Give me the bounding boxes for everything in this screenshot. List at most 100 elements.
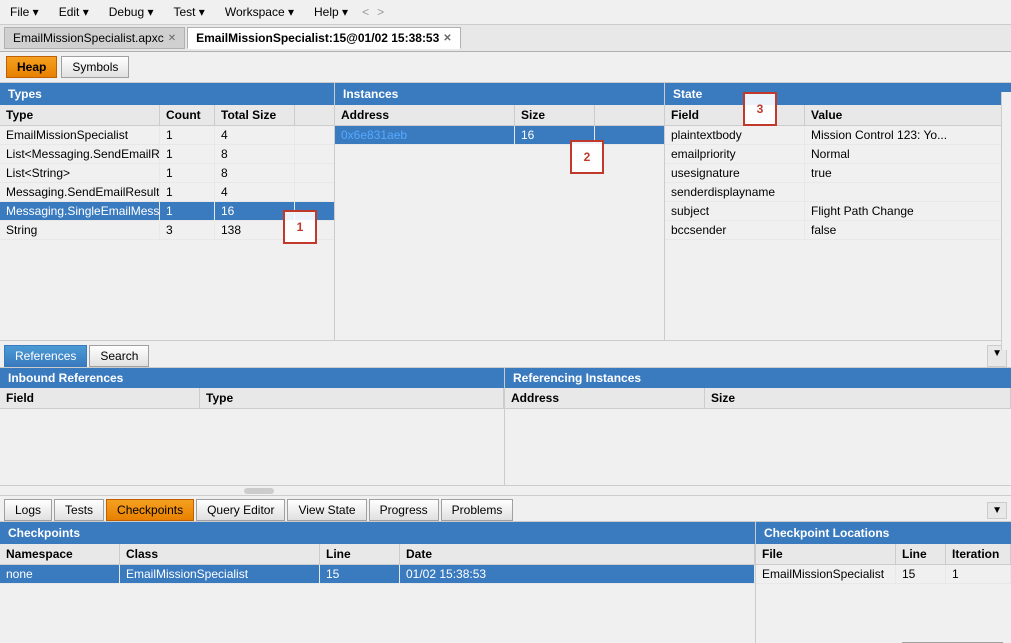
cp-col-date: Date	[400, 544, 755, 564]
inbound-col-type: Type	[200, 388, 504, 408]
ref-col-size: Size	[705, 388, 1011, 408]
menu-file[interactable]: File ▾	[4, 3, 45, 21]
cl-table-body: EmailMissionSpecialist 15 1	[756, 565, 1011, 600]
menu-help[interactable]: Help ▾	[308, 3, 354, 21]
tab-search[interactable]: Search	[89, 345, 149, 367]
types-col-size: Total Size	[215, 105, 295, 125]
cl-col-line: Line	[896, 544, 946, 564]
menu-workspace[interactable]: Workspace ▾	[219, 3, 300, 21]
list-item[interactable]: usesignature true	[665, 164, 1011, 183]
instances-table-body: 0x6e831aeb 16	[335, 126, 664, 340]
tab-apxc[interactable]: EmailMissionSpecialist.apxc ✕	[4, 27, 185, 49]
referencing-table-body	[505, 409, 1011, 485]
checkpoints-table-body: none EmailMissionSpecialist 15 01/02 15:…	[0, 565, 755, 643]
checkpoints-table-header: Namespace Class Line Date	[0, 544, 755, 565]
reference-panels: Inbound References Field Type Referencin…	[0, 368, 1011, 485]
checkpoint-locations-panel: Checkpoint Locations File Line Iteration…	[756, 522, 1011, 643]
instances-panel: Instances Address Size 0x6e831aeb 16	[335, 83, 665, 340]
menu-edit[interactable]: Edit ▾	[53, 3, 95, 21]
cp-col-line: Line	[320, 544, 400, 564]
state-col-field: Field	[665, 105, 805, 125]
tab-tests[interactable]: Tests	[54, 499, 104, 521]
tab-query-editor[interactable]: Query Editor	[196, 499, 285, 521]
instances-header: Instances	[335, 83, 664, 105]
inbound-table-header: Field Type	[0, 388, 504, 409]
table-row[interactable]: List<Messaging.SendEmailRes... 1 8	[0, 145, 334, 164]
bottom-area: Logs Tests Checkpoints Query Editor View…	[0, 496, 1011, 643]
symbols-button[interactable]: Symbols	[61, 56, 129, 78]
menu-debug[interactable]: Debug ▾	[103, 3, 160, 21]
inst-col-address: Address	[335, 105, 515, 125]
menubar: File ▾ Edit ▾ Debug ▾ Test ▾ Workspace ▾…	[0, 0, 1011, 25]
tab-problems[interactable]: Problems	[441, 499, 514, 521]
table-row[interactable]: Messaging.SendEmailResult 1 4	[0, 183, 334, 202]
references-tabs: References Search ▼	[0, 341, 1011, 368]
list-item[interactable]: subject Flight Path Change	[665, 202, 1011, 221]
cp-col-class: Class	[120, 544, 320, 564]
cl-col-file: File	[756, 544, 896, 564]
tab-debug[interactable]: EmailMissionSpecialist:15@01/02 15:38:53…	[187, 27, 461, 49]
referencing-panel: Referencing Instances Address Size	[505, 368, 1011, 485]
list-item[interactable]: EmailMissionSpecialist 15 1	[756, 565, 1011, 584]
scroll-thumb	[244, 488, 274, 494]
state-table-body: plaintextbody Mission Control 123: Yo...…	[665, 126, 1011, 340]
state-panel: State Field Value plaintextbody Mission …	[665, 83, 1011, 340]
state-scrollbar[interactable]	[1001, 92, 1011, 350]
inbound-col-field: Field	[0, 388, 200, 408]
tab-debug-close[interactable]: ✕	[443, 33, 451, 44]
checkpoints-header: Checkpoints	[0, 522, 755, 544]
cl-col-iteration: Iteration	[946, 544, 1011, 564]
types-col-count: Count	[160, 105, 215, 125]
tab-references[interactable]: References	[4, 345, 87, 367]
toolbar: Heap Symbols	[0, 52, 1011, 83]
referencing-table-header: Address Size	[505, 388, 1011, 409]
bottom-panels: Checkpoints Namespace Class Line Date no…	[0, 522, 1011, 643]
heap-button[interactable]: Heap	[6, 56, 57, 78]
list-item[interactable]: bccsender false	[665, 221, 1011, 240]
tab-checkpoints[interactable]: Checkpoints	[106, 499, 194, 521]
edit-props-container: Edit Properties	[756, 634, 1011, 643]
ref-col-address: Address	[505, 388, 705, 408]
tab-apxc-label: EmailMissionSpecialist.apxc	[13, 31, 164, 45]
state-col-value: Value	[805, 105, 1011, 125]
annotation-2: 2	[570, 140, 604, 174]
list-item[interactable]: plaintextbody Mission Control 123: Yo...	[665, 126, 1011, 145]
cl-table-header: File Line Iteration	[756, 544, 1011, 565]
menu-forward[interactable]: >	[377, 5, 384, 19]
references-area: References Search ▼ Inbound References F…	[0, 341, 1011, 496]
list-item[interactable]: none EmailMissionSpecialist 15 01/02 15:…	[0, 565, 755, 584]
list-item[interactable]: emailpriority Normal	[665, 145, 1011, 164]
tab-debug-label: EmailMissionSpecialist:15@01/02 15:38:53	[196, 31, 439, 45]
bottom-collapse-button[interactable]: ▼	[987, 502, 1007, 519]
types-header: Types	[0, 83, 334, 105]
state-header: State	[665, 83, 1011, 105]
types-col-type: Type	[0, 105, 160, 125]
list-item[interactable]: senderdisplayname	[665, 183, 1011, 202]
cp-col-namespace: Namespace	[0, 544, 120, 564]
menu-test[interactable]: Test ▾	[167, 3, 210, 21]
inbound-table-body	[0, 409, 504, 485]
inst-col-size: Size	[515, 105, 595, 125]
table-row[interactable]: List<String> 1 8	[0, 164, 334, 183]
instances-table-header: Address Size	[335, 105, 664, 126]
table-row[interactable]: EmailMissionSpecialist 1 4	[0, 126, 334, 145]
tab-logs[interactable]: Logs	[4, 499, 52, 521]
menu-back[interactable]: <	[362, 5, 369, 19]
list-item[interactable]: 0x6e831aeb 16	[335, 126, 664, 145]
annotation-1: 1	[283, 210, 317, 244]
referencing-header: Referencing Instances	[505, 368, 1011, 388]
main-area: Types Type Count Total Size EmailMission…	[0, 83, 1011, 643]
tab-bar: EmailMissionSpecialist.apxc ✕ EmailMissi…	[0, 25, 1011, 52]
tab-progress[interactable]: Progress	[369, 499, 439, 521]
bottom-tabs: Logs Tests Checkpoints Query Editor View…	[0, 496, 1011, 522]
cl-empty-area	[756, 600, 1011, 635]
checkpoint-locations-header: Checkpoint Locations	[756, 522, 1011, 544]
top-panels: Types Type Count Total Size EmailMission…	[0, 83, 1011, 341]
tab-view-state[interactable]: View State	[287, 499, 366, 521]
types-table-header: Type Count Total Size	[0, 105, 334, 126]
checkpoints-panel: Checkpoints Namespace Class Line Date no…	[0, 522, 756, 643]
tab-apxc-close[interactable]: ✕	[168, 33, 176, 44]
state-table-header: Field Value	[665, 105, 1011, 126]
horizontal-scrollbar[interactable]	[0, 485, 1011, 495]
inbound-header: Inbound References	[0, 368, 504, 388]
